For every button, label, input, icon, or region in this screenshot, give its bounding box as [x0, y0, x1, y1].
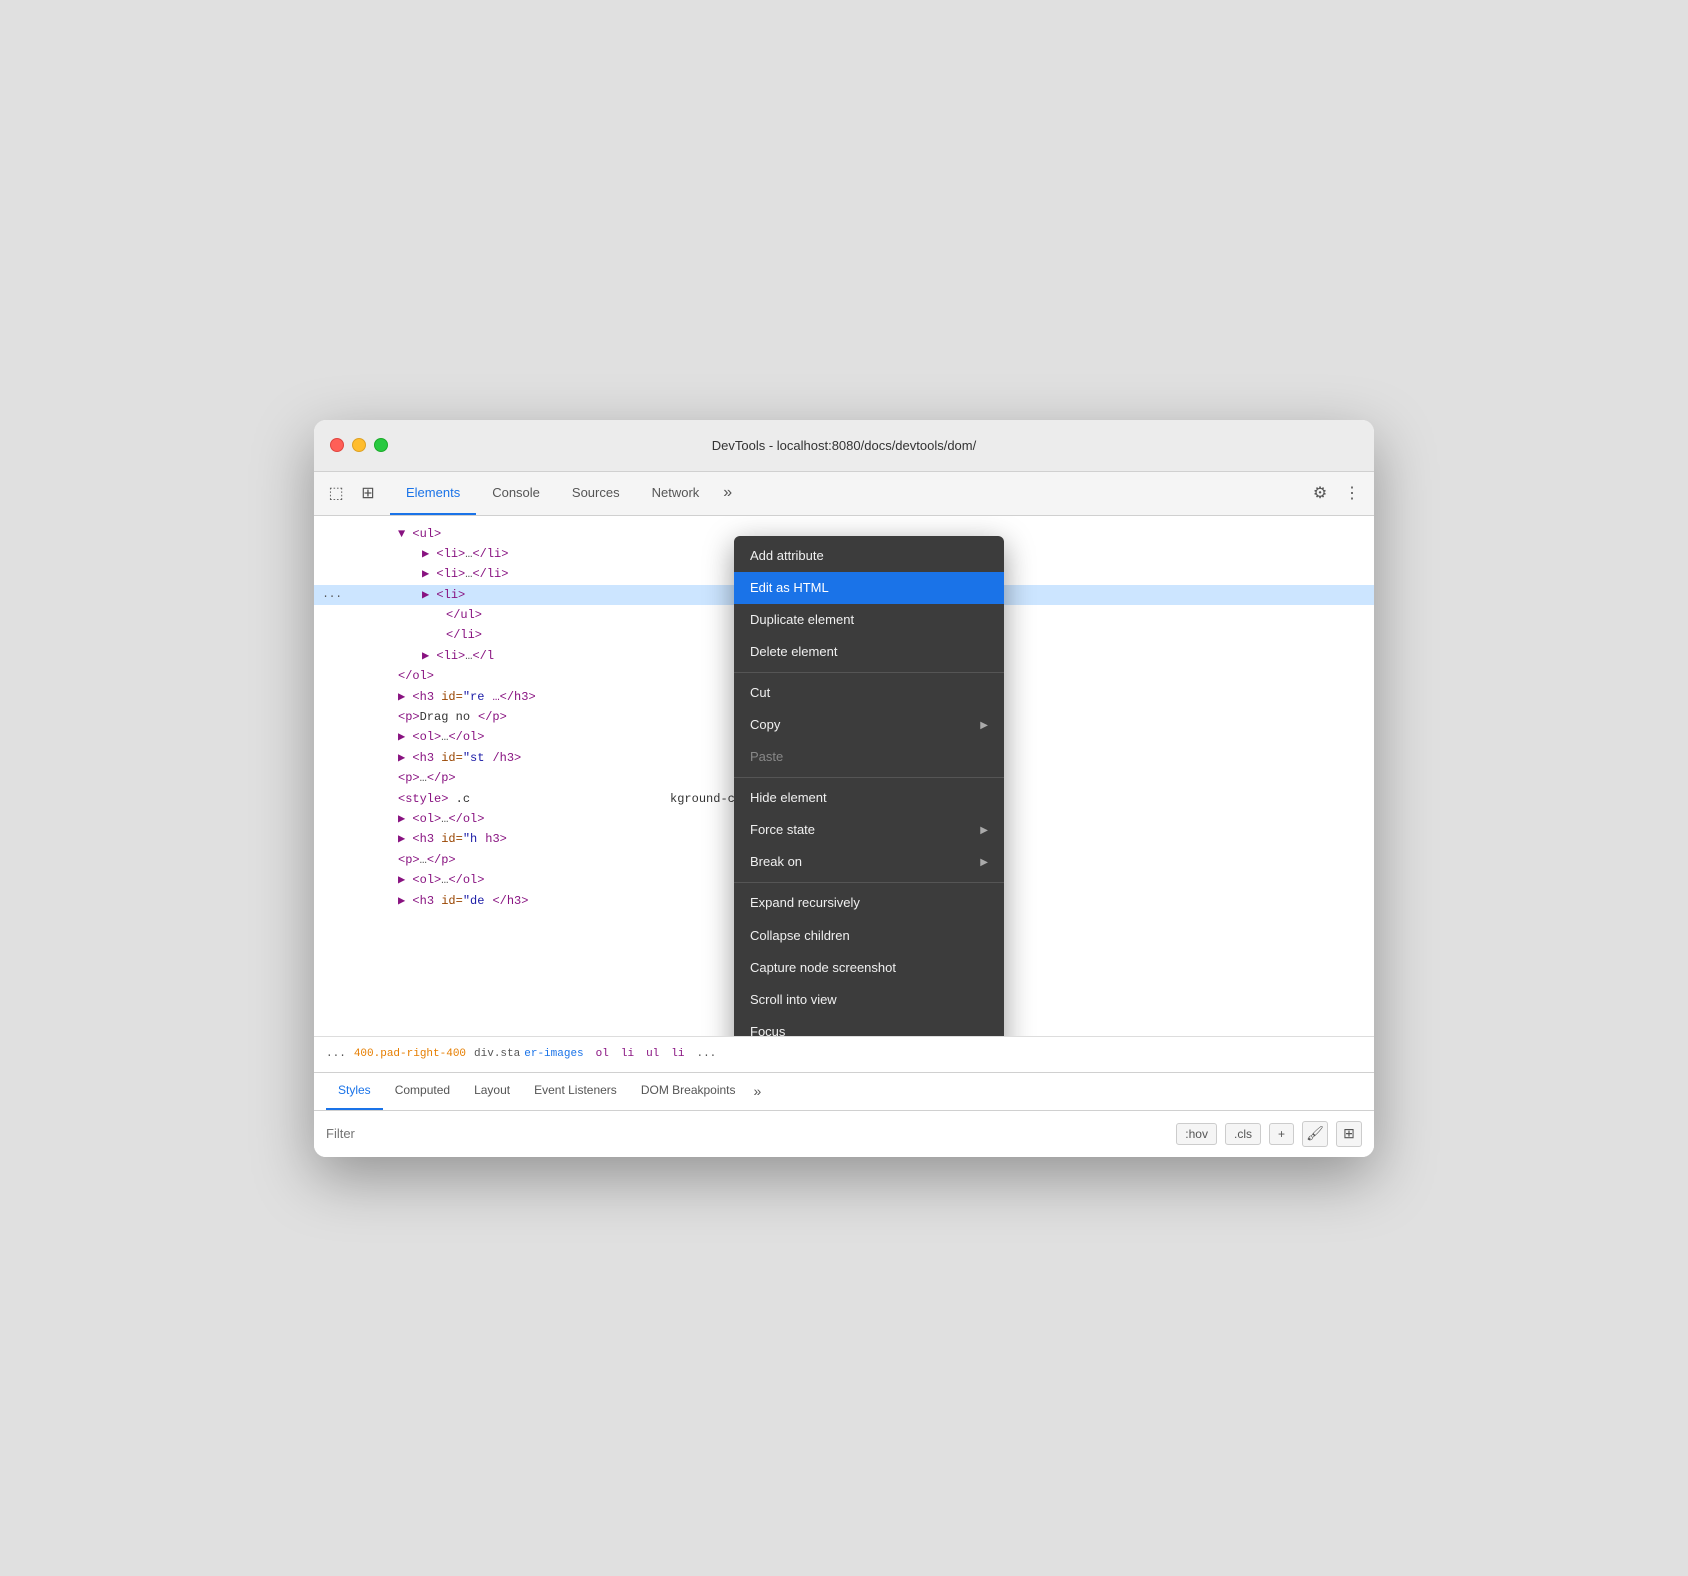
cm-force-state[interactable]: Force state ▶ — [734, 814, 1004, 846]
breadcrumb-dots[interactable]: ... — [326, 1048, 346, 1060]
context-menu: Add attribute Edit as HTML Duplicate ele… — [734, 536, 1004, 1036]
btab-styles[interactable]: Styles — [326, 1072, 383, 1110]
breadcrumb-item-5[interactable]: li — [621, 1048, 634, 1060]
close-button[interactable] — [330, 438, 344, 452]
main-tabs: Elements Console Sources Network » — [390, 471, 1306, 515]
bottom-panel: Styles Computed Layout Event Listeners D… — [314, 1072, 1374, 1157]
filter-right-controls: :hov .cls + 🖌 ⊞ — [1176, 1121, 1362, 1147]
toolbar: ⬚ ⊞ Elements Console Sources Network » ⚙… — [314, 472, 1374, 516]
cm-focus[interactable]: Focus — [734, 1016, 1004, 1036]
devtools-window: DevTools - localhost:8080/docs/devtools/… — [314, 420, 1374, 1157]
btab-computed[interactable]: Computed — [383, 1072, 462, 1110]
cm-separator-1 — [734, 672, 1004, 673]
cm-duplicate-element[interactable]: Duplicate element — [734, 604, 1004, 636]
cm-add-attribute[interactable]: Add attribute — [734, 540, 1004, 572]
more-options-icon[interactable]: ⋮ — [1338, 479, 1366, 507]
tab-network[interactable]: Network — [636, 471, 716, 515]
breadcrumb-item-2[interactable]: div.sta — [474, 1048, 520, 1060]
bottom-tabs: Styles Computed Layout Event Listeners D… — [314, 1073, 1374, 1111]
cm-edit-as-html[interactable]: Edit as HTML — [734, 572, 1004, 604]
filter-bar: :hov .cls + 🖌 ⊞ — [314, 1111, 1374, 1157]
cm-cut[interactable]: Cut — [734, 677, 1004, 709]
cm-break-on-arrow: ▶ — [980, 854, 988, 871]
cm-separator-2 — [734, 777, 1004, 778]
btab-layout[interactable]: Layout — [462, 1072, 522, 1110]
filter-input[interactable] — [326, 1126, 1176, 1141]
cm-separator-3 — [734, 882, 1004, 883]
breadcrumb-more[interactable]: ... — [696, 1048, 716, 1060]
btab-event-listeners[interactable]: Event Listeners — [522, 1072, 629, 1110]
breadcrumb-item-3[interactable]: er-images — [524, 1048, 583, 1060]
settings-icon[interactable]: ⚙ — [1306, 479, 1334, 507]
cm-collapse-children[interactable]: Collapse children — [734, 920, 1004, 952]
cm-force-state-arrow: ▶ — [980, 822, 988, 839]
toolbar-left-icons: ⬚ ⊞ — [322, 479, 382, 507]
cm-delete-element[interactable]: Delete element — [734, 636, 1004, 668]
cm-hide-element[interactable]: Hide element — [734, 782, 1004, 814]
paint-icon[interactable]: 🖌 — [1302, 1121, 1328, 1147]
breadcrumb-item-6[interactable]: ul — [646, 1048, 659, 1060]
cm-break-on[interactable]: Break on ▶ — [734, 846, 1004, 878]
cm-capture-screenshot[interactable]: Capture node screenshot — [734, 952, 1004, 984]
tab-elements[interactable]: Elements — [390, 471, 476, 515]
cm-expand-recursively[interactable]: Expand recursively — [734, 887, 1004, 919]
tabs-more-button[interactable]: » — [715, 471, 740, 515]
inspect-icon[interactable]: ⬚ — [322, 479, 350, 507]
cm-paste: Paste — [734, 741, 1004, 773]
fullscreen-button[interactable] — [374, 438, 388, 452]
tab-sources[interactable]: Sources — [556, 471, 636, 515]
minimize-button[interactable] — [352, 438, 366, 452]
cls-button[interactable]: .cls — [1225, 1123, 1261, 1145]
tab-console[interactable]: Console — [476, 471, 556, 515]
btab-dom-breakpoints[interactable]: DOM Breakpoints — [629, 1072, 748, 1110]
breadcrumb-item-7[interactable]: li — [671, 1048, 684, 1060]
cm-copy-arrow: ▶ — [980, 717, 988, 734]
breadcrumb-bar: ... 400.pad-right-400 div.sta er-images … — [314, 1036, 1374, 1072]
cm-scroll-into-view[interactable]: Scroll into view — [734, 984, 1004, 1016]
titlebar: DevTools - localhost:8080/docs/devtools/… — [314, 420, 1374, 472]
cm-copy[interactable]: Copy ▶ — [734, 709, 1004, 741]
device-icon[interactable]: ⊞ — [354, 479, 382, 507]
breadcrumb-item-1[interactable]: 400.pad-right-400 — [354, 1048, 466, 1060]
toolbar-right-icons: ⚙ ⋮ — [1306, 479, 1366, 507]
breadcrumb-item-4[interactable]: ol — [596, 1048, 609, 1060]
window-title: DevTools - localhost:8080/docs/devtools/… — [712, 438, 976, 453]
bottom-tabs-more[interactable]: » — [748, 1083, 768, 1099]
dom-panel: ▼ <ul> ▶ <li>…</li> ▶ <li>…</li> ... ▶ <… — [314, 516, 1374, 1036]
hov-button[interactable]: :hov — [1176, 1123, 1217, 1145]
traffic-lights — [330, 438, 388, 452]
layout-icon[interactable]: ⊞ — [1336, 1121, 1362, 1147]
plus-button[interactable]: + — [1269, 1123, 1294, 1145]
